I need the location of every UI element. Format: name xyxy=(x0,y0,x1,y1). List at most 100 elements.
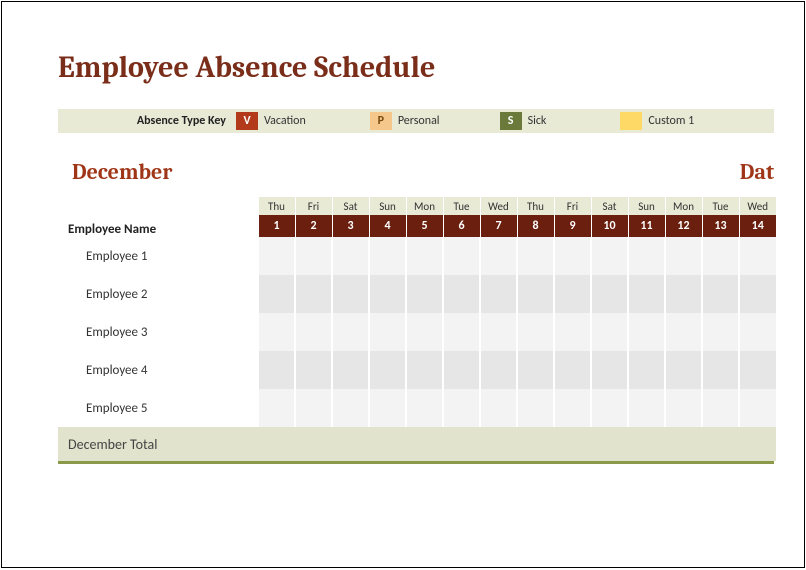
absence-cell[interactable] xyxy=(665,389,702,427)
absence-cell[interactable] xyxy=(702,389,739,427)
day-of-week-header: Sat xyxy=(332,197,369,215)
absence-cell[interactable] xyxy=(295,351,332,389)
absence-cell[interactable] xyxy=(480,351,517,389)
absence-cell[interactable] xyxy=(739,351,776,389)
key-text-custom: Custom 1 xyxy=(648,114,694,128)
absence-cell[interactable] xyxy=(258,313,295,351)
absence-cell[interactable] xyxy=(665,275,702,313)
absence-cell[interactable] xyxy=(332,389,369,427)
employee-name-cell: Employee 2 xyxy=(58,275,258,313)
absence-cell[interactable] xyxy=(258,237,295,275)
absence-cell[interactable] xyxy=(702,313,739,351)
absence-cell[interactable] xyxy=(628,275,665,313)
absence-cell[interactable] xyxy=(406,313,443,351)
absence-cell[interactable] xyxy=(628,237,665,275)
absence-cell[interactable] xyxy=(443,389,480,427)
absence-cell[interactable] xyxy=(406,389,443,427)
absence-cell[interactable] xyxy=(480,237,517,275)
day-number-header: 8 xyxy=(517,215,554,237)
day-number-header: 3 xyxy=(332,215,369,237)
absence-cell[interactable] xyxy=(295,313,332,351)
month-total-row: December Total xyxy=(58,427,776,461)
absence-cell[interactable] xyxy=(739,389,776,427)
absence-cell[interactable] xyxy=(591,313,628,351)
absence-cell[interactable] xyxy=(295,389,332,427)
absence-cell[interactable] xyxy=(628,389,665,427)
absence-cell[interactable] xyxy=(554,351,591,389)
total-cell xyxy=(369,427,406,461)
absence-cell[interactable] xyxy=(591,351,628,389)
absence-cell[interactable] xyxy=(591,237,628,275)
employee-name-header: Employee Name xyxy=(58,215,258,237)
employee-row: Employee 5 xyxy=(58,389,776,427)
absence-cell[interactable] xyxy=(295,237,332,275)
key-item-sick: S Sick xyxy=(500,112,547,130)
chip-sick: S xyxy=(500,112,522,130)
absence-cell[interactable] xyxy=(443,237,480,275)
absence-cell[interactable] xyxy=(517,351,554,389)
absence-cell[interactable] xyxy=(702,351,739,389)
absence-cell[interactable] xyxy=(480,313,517,351)
day-number-header: 9 xyxy=(554,215,591,237)
absence-cell[interactable] xyxy=(554,237,591,275)
absence-cell[interactable] xyxy=(517,237,554,275)
absence-cell[interactable] xyxy=(517,275,554,313)
absence-cell[interactable] xyxy=(332,313,369,351)
absence-cell[interactable] xyxy=(258,351,295,389)
absence-cell[interactable] xyxy=(369,237,406,275)
absence-cell[interactable] xyxy=(480,389,517,427)
absence-cell[interactable] xyxy=(369,313,406,351)
absence-cell[interactable] xyxy=(739,275,776,313)
key-item-vacation: V Vacation xyxy=(236,112,306,130)
absence-key-label: Absence Type Key xyxy=(58,114,236,128)
absence-cell[interactable] xyxy=(554,389,591,427)
employee-name-cell: Employee 5 xyxy=(58,389,258,427)
absence-cell[interactable] xyxy=(406,237,443,275)
employee-row: Employee 2 xyxy=(58,275,776,313)
total-cell xyxy=(258,427,295,461)
total-cell xyxy=(406,427,443,461)
absence-cell[interactable] xyxy=(258,275,295,313)
absence-cell[interactable] xyxy=(628,351,665,389)
absence-cell[interactable] xyxy=(554,313,591,351)
absence-cell[interactable] xyxy=(406,351,443,389)
day-of-week-header: Thu xyxy=(258,197,295,215)
absence-cell[interactable] xyxy=(665,313,702,351)
total-cell xyxy=(480,427,517,461)
absence-cell[interactable] xyxy=(332,237,369,275)
absence-cell[interactable] xyxy=(258,389,295,427)
absence-cell[interactable] xyxy=(443,313,480,351)
absence-cell[interactable] xyxy=(332,351,369,389)
month-total-label: December Total xyxy=(58,427,258,461)
total-cell xyxy=(739,427,776,461)
absence-cell[interactable] xyxy=(591,275,628,313)
absence-cell[interactable] xyxy=(332,275,369,313)
absence-cell[interactable] xyxy=(665,237,702,275)
absence-cell[interactable] xyxy=(295,275,332,313)
absence-cell[interactable] xyxy=(443,275,480,313)
absence-cell[interactable] xyxy=(406,275,443,313)
absence-cell[interactable] xyxy=(443,351,480,389)
absence-cell[interactable] xyxy=(665,351,702,389)
day-number-header: 5 xyxy=(406,215,443,237)
chip-vacation: V xyxy=(236,112,258,130)
absence-cell[interactable] xyxy=(369,389,406,427)
key-text-sick: Sick xyxy=(528,114,547,128)
absence-cell[interactable] xyxy=(591,389,628,427)
absence-cell[interactable] xyxy=(480,275,517,313)
absence-cell[interactable] xyxy=(517,313,554,351)
absence-cell[interactable] xyxy=(628,313,665,351)
total-cell xyxy=(702,427,739,461)
absence-cell[interactable] xyxy=(739,313,776,351)
absence-cell[interactable] xyxy=(517,389,554,427)
total-cell xyxy=(443,427,480,461)
absence-cell[interactable] xyxy=(369,275,406,313)
day-of-week-header: Tue xyxy=(443,197,480,215)
absence-cell[interactable] xyxy=(702,275,739,313)
absence-cell[interactable] xyxy=(702,237,739,275)
day-of-week-header: Sun xyxy=(369,197,406,215)
key-item-custom: Custom 1 xyxy=(620,112,694,130)
absence-cell[interactable] xyxy=(554,275,591,313)
absence-cell[interactable] xyxy=(739,237,776,275)
absence-cell[interactable] xyxy=(369,351,406,389)
